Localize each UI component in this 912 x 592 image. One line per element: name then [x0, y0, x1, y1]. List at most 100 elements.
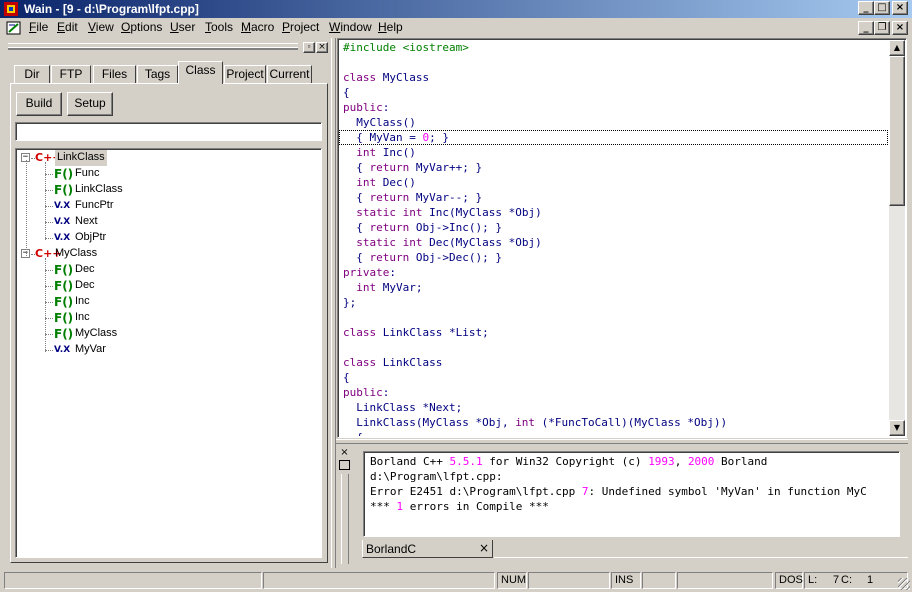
code-line: public:: [343, 385, 389, 400]
variable-icon: V.X: [54, 217, 71, 227]
output-grip[interactable]: [341, 474, 349, 564]
tree-item-variable[interactable]: Next: [75, 214, 98, 230]
tree-item-function[interactable]: MyClass: [75, 326, 117, 342]
menu-mnemonic: V: [88, 20, 96, 34]
code-text[interactable]: #include <iostream> class MyClass{public:…: [339, 40, 889, 436]
function-icon: F(): [54, 183, 74, 197]
tree-item-function[interactable]: Inc: [75, 294, 90, 310]
code-line: MyClass(): [343, 115, 416, 130]
function-icon: F(): [54, 279, 74, 293]
tree-connector: [45, 190, 53, 191]
scroll-up-arrow-icon[interactable]: ▲: [889, 40, 905, 56]
menu-file[interactable]: File: [29, 20, 48, 34]
code-token: MyVar;: [376, 281, 423, 294]
class-filter-input[interactable]: [15, 122, 322, 141]
menu-options[interactable]: Options: [121, 20, 162, 34]
output-tab-baseline: [494, 557, 908, 558]
tab-tags[interactable]: Tags: [137, 65, 178, 83]
code-line: class LinkClass: [343, 355, 442, 370]
code-line: static int Dec(MyClass *Obj): [343, 235, 541, 250]
tree-item-variable[interactable]: FuncPtr: [75, 198, 114, 214]
function-icon: F(): [54, 167, 74, 181]
tree-item-class[interactable]: MyClass: [55, 246, 97, 262]
code-token: int: [356, 281, 377, 294]
output-close-icon[interactable]: ×: [339, 448, 350, 459]
close-button[interactable]: ×: [892, 1, 908, 15]
setup-button[interactable]: Setup: [67, 92, 113, 116]
code-token: int: [356, 176, 377, 189]
menu-macro[interactable]: Macro: [241, 20, 274, 34]
menu-bar: File Edit View Options User Tools Macro Project…: [0, 18, 912, 38]
output-float-icon[interactable]: [339, 460, 350, 470]
tree-item-function[interactable]: Inc: [75, 310, 90, 326]
output-tab-close-icon[interactable]: ×: [479, 541, 489, 555]
menu-mnemonic: M: [241, 20, 251, 34]
status-panel-blank-2: [528, 572, 610, 589]
code-line: #include <iostream>: [343, 40, 469, 55]
tree-item-class[interactable]: LinkClass: [55, 150, 107, 166]
tab-class[interactable]: Class: [178, 61, 223, 84]
status-eol: DOS: [775, 572, 803, 589]
doc-close-button[interactable]: ×: [892, 21, 908, 35]
tab-ftp[interactable]: FTP: [51, 65, 91, 83]
tree-connector: [45, 318, 53, 319]
output-token: 1993: [648, 455, 675, 468]
menu-mnemonic: U: [170, 20, 179, 34]
code-token: :: [389, 266, 396, 279]
tree-item-function[interactable]: Func: [75, 166, 99, 182]
left-pane-restore-button[interactable]: ▫: [303, 42, 315, 53]
menu-user[interactable]: User: [170, 20, 195, 34]
output-token: errors in Compile ***: [403, 500, 549, 513]
menu-window[interactable]: Window: [329, 20, 372, 34]
tree-item-variable[interactable]: MyVar: [75, 342, 106, 358]
tree-connector: [45, 302, 53, 303]
function-icon: F(): [54, 263, 74, 277]
tree-item-variable[interactable]: ObjPtr: [75, 230, 106, 246]
scroll-down-arrow-icon[interactable]: ▼: [889, 420, 905, 436]
menu-edit[interactable]: Edit: [57, 20, 78, 34]
status-panel-blank-3: [642, 572, 676, 589]
menu-help[interactable]: Help: [378, 20, 403, 34]
menu-label-rest: dit: [65, 20, 78, 34]
code-token: #include <iostream>: [343, 41, 469, 54]
status-position: L: 7 C: 1: [804, 572, 908, 589]
minimize-button[interactable]: _: [858, 1, 874, 15]
horizontal-splitter[interactable]: [336, 439, 908, 444]
resize-grip-icon[interactable]: [898, 578, 910, 590]
tree-item-function[interactable]: LinkClass: [75, 182, 123, 198]
tree-item-function[interactable]: Dec: [75, 278, 95, 294]
editor-vertical-scrollbar[interactable]: ▲ ▼: [889, 40, 905, 436]
vertical-splitter[interactable]: [331, 38, 336, 568]
menu-label-rest: indow: [340, 20, 372, 34]
document-icon[interactable]: [6, 20, 22, 36]
tab-current[interactable]: Current: [267, 65, 312, 83]
output-line: d:\Program\lfpt.cpp:: [370, 469, 502, 484]
menu-mnemonic: O: [121, 20, 131, 34]
left-pane-close-button[interactable]: ×: [316, 42, 328, 53]
build-button[interactable]: Build: [16, 92, 62, 116]
tab-dir[interactable]: Dir: [14, 65, 50, 83]
doc-restore-button[interactable]: ❐: [874, 21, 890, 35]
code-token: return: [369, 221, 410, 234]
tree-item-function[interactable]: Dec: [75, 262, 95, 278]
title-bar: Wain - [9 - d:\Program\lfpt.cpp] _ □ ×: [0, 0, 912, 18]
code-line: {: [343, 370, 350, 385]
output-token: ***: [370, 500, 397, 513]
code-token: LinkClass *Next;: [343, 401, 463, 414]
status-num: NUM: [497, 572, 527, 589]
tree-connector: [45, 222, 53, 223]
left-pane-grip-line: [8, 47, 298, 50]
doc-minimize-button[interactable]: _: [858, 21, 874, 35]
menu-tools[interactable]: Tools: [205, 20, 233, 34]
output-tab-borlandc[interactable]: BorlandC ×: [362, 540, 493, 558]
tab-project[interactable]: Project: [224, 65, 266, 83]
code-token: static: [356, 236, 396, 249]
code-token: public: [343, 101, 383, 114]
build-output[interactable]: Borland C++ 5.5.1 for Win32 Copyright (c…: [365, 453, 898, 535]
maximize-button[interactable]: □: [874, 1, 890, 15]
scroll-thumb[interactable]: [889, 56, 905, 206]
tab-files[interactable]: Files: [93, 65, 136, 83]
window-title: Wain - [9 - d:\Program\lfpt.cpp]: [24, 2, 199, 16]
menu-view[interactable]: View: [88, 20, 114, 34]
menu-project[interactable]: Project: [282, 20, 319, 34]
